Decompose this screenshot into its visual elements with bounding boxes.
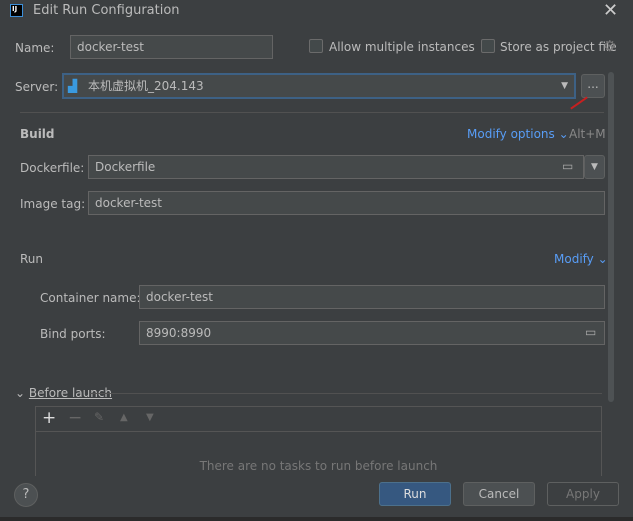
app-logo: IJ (10, 4, 23, 17)
dockerfile-input[interactable]: Dockerfile (88, 155, 584, 179)
window-title: Edit Run Configuration (33, 3, 180, 18)
modify-options-link[interactable]: Modify options ⌄ (467, 126, 569, 142)
server-more-button[interactable]: ... (581, 74, 605, 98)
remove-icon[interactable]: − (68, 408, 82, 428)
image-tag-label: Image tag: (20, 197, 86, 211)
server-value: 本机虚拟机_204.143 (88, 79, 204, 93)
store-project-label: Store as project file (500, 40, 617, 54)
allow-multiple-checkbox[interactable] (309, 39, 323, 53)
run-title: Run (20, 252, 44, 266)
empty-tasks-text: There are no tasks to run before launch (199, 459, 438, 473)
allow-multiple-label: Allow multiple instances (329, 40, 475, 54)
run-button[interactable]: Run (379, 482, 451, 506)
taskbar-strip (0, 517, 633, 521)
modify-options-shortcut: Alt+M (569, 127, 606, 141)
move-down-icon[interactable]: ▼ (146, 412, 154, 423)
name-label: Name: (15, 41, 55, 55)
move-up-icon[interactable]: ▲ (120, 412, 128, 423)
help-button[interactable]: ? (14, 483, 38, 507)
bind-ports-label: Bind ports: (40, 327, 106, 341)
divider (90, 393, 602, 394)
add-icon[interactable]: + (42, 408, 56, 428)
server-select[interactable]: ▟ 本机虚拟机_204.143 ▼ (62, 73, 576, 99)
chevron-down-icon: ▼ (561, 81, 568, 91)
name-input[interactable]: docker-test (70, 35, 273, 59)
container-name-label: Container name: (40, 291, 141, 305)
before-launch-toolbar: + − ✎ ▲ ▼ (36, 407, 601, 432)
before-launch-panel: + − ✎ ▲ ▼ There are no tasks to run befo… (35, 406, 602, 476)
folder-icon[interactable]: ▭ (562, 159, 573, 173)
modify-link[interactable]: Modify ⌄ (554, 251, 608, 267)
store-project-checkbox[interactable] (481, 39, 495, 53)
scrollbar[interactable] (608, 72, 614, 402)
gear-icon[interactable]: ⚙ (603, 37, 616, 55)
image-tag-input[interactable]: docker-test (88, 191, 605, 215)
build-title: Build (20, 127, 55, 141)
chevron-down-icon: ⌄ (15, 386, 26, 400)
server-label: Server: (15, 80, 59, 94)
divider (20, 112, 604, 113)
close-icon[interactable]: ✕ (603, 0, 618, 21)
docker-icon: ▟ (68, 79, 78, 93)
container-name-input[interactable]: docker-test (139, 285, 605, 309)
bind-ports-input[interactable]: 8990:8990 (139, 321, 605, 345)
edit-icon[interactable]: ✎ (94, 410, 104, 424)
folder-icon[interactable]: ▭ (585, 325, 596, 339)
dockerfile-dropdown-button[interactable]: ▼ (584, 155, 605, 179)
cancel-button[interactable]: Cancel (463, 482, 535, 506)
dockerfile-label: Dockerfile: (20, 161, 85, 175)
apply-button[interactable]: Apply (547, 482, 619, 506)
chevron-down-icon: ▼ (591, 162, 598, 172)
